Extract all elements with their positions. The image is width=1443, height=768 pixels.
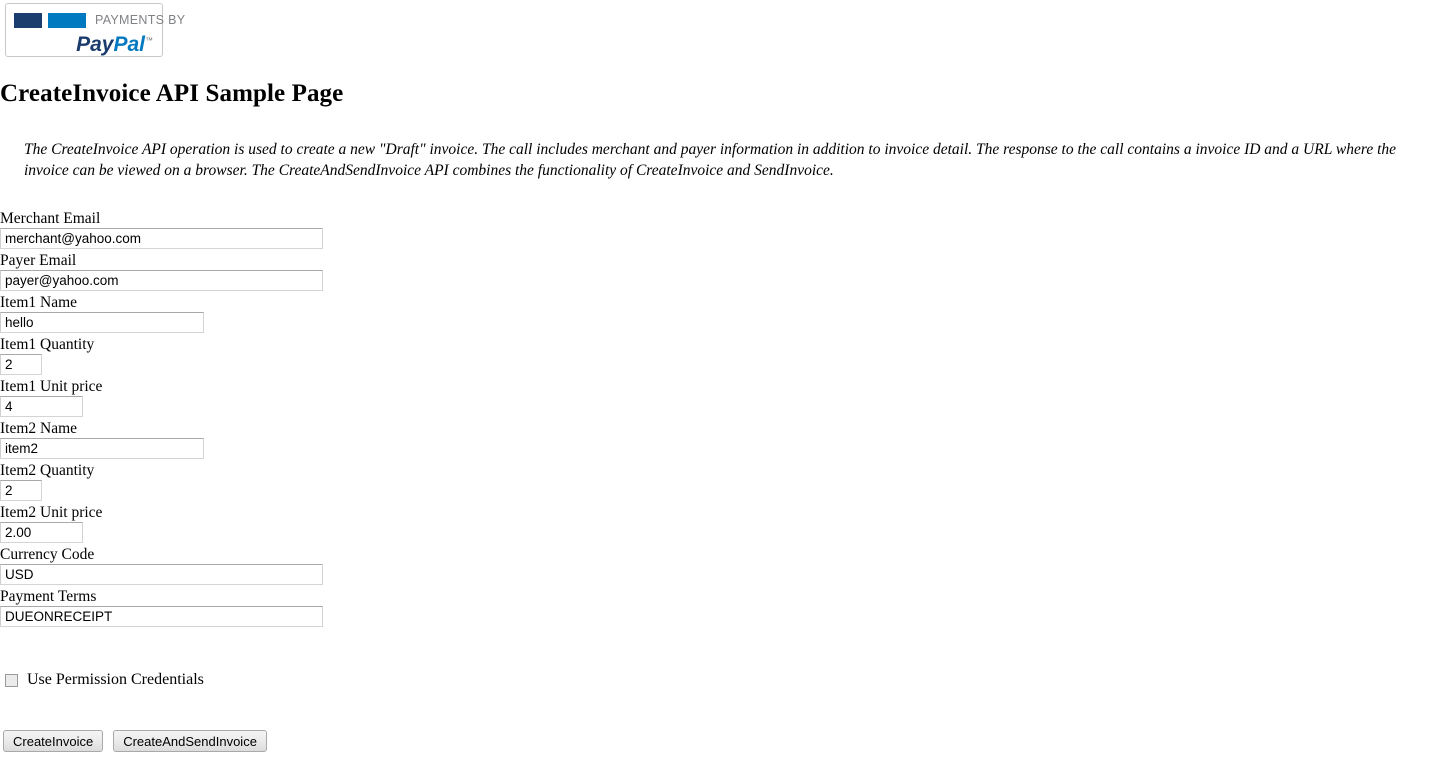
- trademark-icon: ™: [145, 36, 153, 45]
- page-title: CreateInvoice API Sample Page: [0, 80, 344, 107]
- currency-code-label: Currency Code: [0, 546, 95, 563]
- item2-unit-price-input[interactable]: [0, 522, 83, 543]
- paypal-wordmark-pal: Pal: [113, 33, 145, 56]
- form-actions: CreateInvoice CreateAndSendInvoice: [3, 730, 267, 752]
- item1-unit-price-label: Item1 Unit price: [0, 378, 103, 395]
- payment-terms-input[interactable]: [0, 606, 323, 627]
- item1-name-input[interactable]: [0, 312, 204, 333]
- paypal-wordmark-pay: Pay: [76, 33, 114, 56]
- item2-unit-price-label: Item2 Unit price: [0, 504, 103, 521]
- item1-quantity-input[interactable]: [0, 354, 42, 375]
- item2-name-label: Item2 Name: [0, 420, 78, 437]
- payments-by-label: PAYMENTS BY: [95, 13, 186, 27]
- use-permission-credentials-row[interactable]: Use Permission Credentials: [5, 671, 204, 689]
- paypal-logo-badge: PAYMENTS BY PayPal™: [5, 3, 185, 57]
- item2-name-input[interactable]: [0, 438, 204, 459]
- item1-unit-price-input[interactable]: [0, 396, 83, 417]
- paypal-logo-top-row: PAYMENTS BY: [14, 13, 185, 28]
- use-permission-credentials-checkbox[interactable]: [5, 673, 18, 687]
- item1-name-label: Item1 Name: [0, 294, 78, 311]
- api-description: The CreateInvoice API operation is used …: [24, 141, 1397, 179]
- merchant-email-label: Merchant Email: [0, 210, 101, 227]
- use-permission-credentials-label: Use Permission Credentials: [27, 671, 204, 688]
- payer-email-label: Payer Email: [0, 252, 77, 269]
- paypal-dark-square-icon: [14, 13, 42, 28]
- paypal-wordmark: PayPal™: [76, 30, 153, 55]
- payment-terms-label: Payment Terms: [0, 588, 97, 605]
- invoice-form: Merchant Email Payer Email Item1 Name Item1…: [0, 209, 700, 629]
- createandsendinvoice-button[interactable]: CreateAndSendInvoice: [113, 730, 267, 752]
- paypal-blue-square-icon: [48, 13, 86, 28]
- item1-quantity-label: Item1 Quantity: [0, 336, 95, 353]
- item2-quantity-input[interactable]: [0, 480, 42, 501]
- currency-code-input[interactable]: [0, 564, 323, 585]
- item2-quantity-label: Item2 Quantity: [0, 462, 95, 479]
- createinvoice-button[interactable]: CreateInvoice: [3, 730, 104, 752]
- payer-email-input[interactable]: [0, 270, 323, 291]
- merchant-email-input[interactable]: [0, 228, 323, 249]
